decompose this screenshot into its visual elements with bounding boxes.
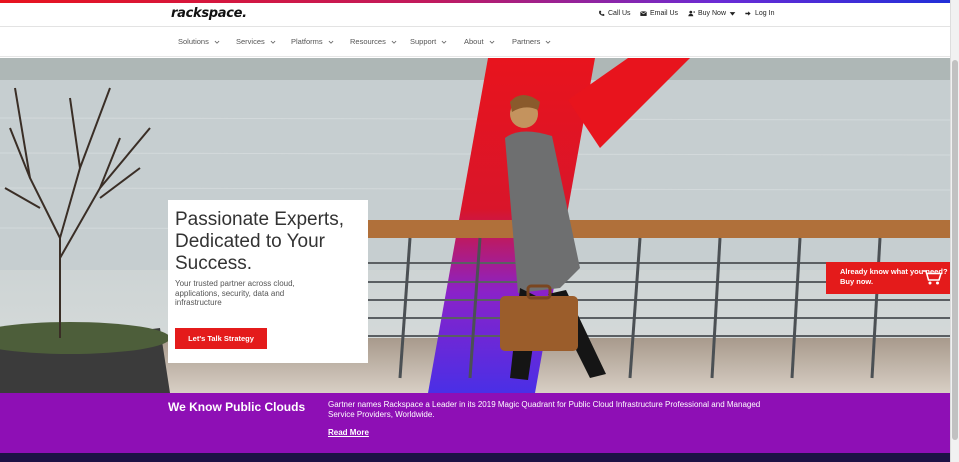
chevron-down-icon [489, 40, 495, 44]
caret-down-icon [729, 12, 736, 16]
nav-label: Partners [512, 37, 541, 46]
nav-label: About [464, 37, 484, 46]
utility-bar: rackspace. Call Us Email Us Buy Now Log … [0, 3, 959, 27]
nav-label: Support [410, 37, 437, 46]
hero-section: Passionate Experts, Dedicated to Your Su… [0, 58, 950, 393]
call-us-link[interactable]: Call Us [598, 10, 631, 17]
page-scrollbar[interactable] [950, 0, 959, 462]
nav-partners[interactable]: Partners [512, 37, 551, 46]
sign-in-icon [745, 11, 751, 16]
hero-photo [0, 58, 950, 393]
main-navigation: Solutions Services Platforms Resources S… [0, 28, 959, 57]
phone-icon [599, 10, 605, 16]
log-in-link[interactable]: Log In [745, 10, 774, 17]
next-section-strip [0, 453, 950, 462]
lets-talk-strategy-button[interactable]: Let's Talk Strategy [175, 328, 267, 349]
chevron-down-icon [270, 40, 276, 44]
chevron-down-icon [545, 40, 551, 44]
nav-label: Services [236, 37, 265, 46]
nav-about[interactable]: About [464, 37, 495, 46]
log-in-label: Log In [755, 10, 775, 17]
read-more-link[interactable]: Read More [328, 428, 369, 437]
buy-now-side-tab[interactable]: Already know what you need? Buy now. [826, 262, 950, 294]
rackspace-logo[interactable]: rackspace. [171, 6, 247, 21]
chevron-down-icon [214, 40, 220, 44]
nav-label: Solutions [178, 37, 209, 46]
chevron-down-icon [441, 40, 447, 44]
chevron-down-icon [391, 40, 397, 44]
nav-services[interactable]: Services [236, 37, 276, 46]
banner-text: Gartner names Rackspace a Leader in its … [328, 400, 761, 419]
nav-support[interactable]: Support [410, 37, 447, 46]
public-clouds-banner: We Know Public Clouds Gartner names Rack… [0, 393, 950, 453]
hero-subtitle: Your trusted partner across cloud, appli… [175, 279, 295, 307]
nav-label: Resources [350, 37, 386, 46]
email-us-label: Email Us [650, 10, 679, 17]
nav-solutions[interactable]: Solutions [178, 37, 220, 46]
scrollbar-thumb[interactable] [952, 60, 958, 440]
nav-label: Platforms [291, 37, 323, 46]
hero-title: Passionate Experts, Dedicated to Your Su… [175, 209, 344, 274]
chevron-down-icon [328, 40, 334, 44]
nav-platforms[interactable]: Platforms [291, 37, 334, 46]
hero-card: Passionate Experts, Dedicated to Your Su… [168, 200, 368, 363]
buy-now-dropdown[interactable]: Buy Now [688, 10, 736, 17]
email-us-link[interactable]: Email Us [640, 10, 678, 17]
nav-resources[interactable]: Resources [350, 37, 397, 46]
shopping-cart-icon [923, 270, 942, 285]
envelope-icon [640, 11, 647, 16]
call-us-label: Call Us [608, 10, 631, 17]
buy-now-label: Buy Now [698, 10, 727, 17]
user-plus-icon [688, 10, 695, 17]
banner-title: We Know Public Clouds [168, 400, 306, 414]
